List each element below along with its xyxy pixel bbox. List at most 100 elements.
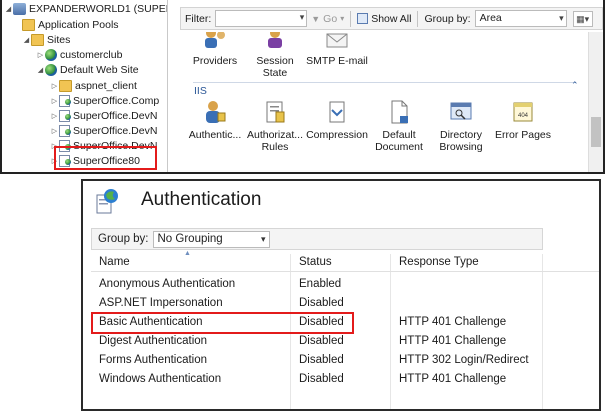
row-response-type: HTTP 401 Challenge bbox=[399, 335, 507, 347]
row-response-type: HTTP 401 Challenge bbox=[399, 316, 507, 328]
authentication-header: Authentication bbox=[83, 181, 599, 223]
features-toolbar: Filter: ▼ Go ▾ Show All Group by: Area ▦… bbox=[180, 7, 603, 30]
authentication-panel: Authentication Group by: No Grouping ▲ N… bbox=[81, 179, 601, 411]
collapse-group-icon[interactable]: ⌃ bbox=[571, 80, 579, 91]
tree-item-label: SuperOffice.Comp bbox=[73, 95, 160, 107]
expand-arrow-icon[interactable]: ▷ bbox=[50, 112, 59, 120]
collapse-arrow-icon[interactable]: ◢ bbox=[22, 36, 31, 44]
group-by-bar: Group by: No Grouping bbox=[91, 228, 543, 250]
view-mode-icon[interactable]: ▦▾ bbox=[572, 10, 593, 27]
row-response-type: HTTP 302 Login/Redirect bbox=[399, 354, 529, 366]
feature-label: Session State bbox=[256, 55, 294, 79]
tree-item-superoffice-comp[interactable]: ▷ SuperOffice.Comp bbox=[50, 94, 159, 108]
filter-label: Filter: bbox=[185, 12, 212, 25]
app-pool-icon bbox=[22, 19, 35, 31]
folder-icon bbox=[31, 34, 44, 46]
feature-label: Error Pages bbox=[494, 129, 552, 141]
toolbar-separator bbox=[350, 10, 352, 27]
collapse-arrow-icon[interactable]: ◢ bbox=[4, 5, 13, 13]
expand-arrow-icon[interactable]: ▷ bbox=[50, 97, 59, 105]
feature-label: Providers bbox=[192, 55, 238, 67]
row-name: ASP.NET Impersonation bbox=[99, 297, 223, 309]
features-scrollbar[interactable] bbox=[588, 32, 603, 172]
folder-icon bbox=[59, 80, 72, 92]
globe-icon bbox=[45, 64, 57, 76]
feature-smtp-email[interactable]: SMTP E-mail bbox=[306, 32, 368, 67]
tree-item-superoffice-devn-2[interactable]: ▷ SuperOffice.DevN bbox=[50, 124, 157, 138]
tree-item-label: SuperOffice.DevN bbox=[73, 110, 158, 122]
tree-item-label: EXPANDERWORLD1 (SUPERO bbox=[29, 3, 168, 15]
row-name: Anonymous Authentication bbox=[99, 278, 236, 290]
tree-item-label: customerclub bbox=[60, 49, 123, 61]
highlight-box-superoffice80 bbox=[54, 146, 157, 170]
row-response-type: HTTP 401 Challenge bbox=[399, 373, 507, 385]
column-header-status[interactable]: Status bbox=[299, 256, 332, 268]
tree-item-label: Default Web Site bbox=[60, 64, 139, 76]
session-state-icon bbox=[262, 32, 288, 52]
show-all-label: Show All bbox=[371, 12, 412, 25]
list-row[interactable]: Forms Authentication Disabled HTTP 302 L… bbox=[91, 352, 599, 371]
row-name: Forms Authentication bbox=[99, 354, 208, 366]
group-divider bbox=[193, 82, 573, 83]
collapse-arrow-icon[interactable]: ◢ bbox=[36, 66, 45, 74]
list-row[interactable]: Windows Authentication Disabled HTTP 401… bbox=[91, 371, 599, 390]
feature-compression[interactable]: Compression bbox=[306, 98, 368, 141]
tree-item-sites[interactable]: ◢ Sites bbox=[22, 33, 70, 47]
directory-browsing-icon bbox=[448, 98, 474, 126]
go-button-label: Go bbox=[323, 12, 338, 25]
group-by-select[interactable]: Area bbox=[474, 10, 567, 27]
feature-directory-browsing[interactable]: Directory Browsing bbox=[430, 98, 492, 153]
list-row[interactable]: Digest Authentication Disabled HTTP 401 … bbox=[91, 333, 599, 352]
tree-item-superoffice-devn-1[interactable]: ▷ SuperOffice.DevN bbox=[50, 109, 157, 123]
column-header-name[interactable]: Name bbox=[99, 256, 130, 268]
tree-item-label: Sites bbox=[47, 34, 71, 46]
toolbar-separator bbox=[417, 10, 419, 27]
server-icon bbox=[13, 3, 26, 15]
list-row[interactable]: Anonymous Authentication Enabled bbox=[91, 276, 599, 295]
feature-authentication[interactable]: Authentic... bbox=[184, 98, 246, 141]
tree-item-server[interactable]: ◢ EXPANDERWORLD1 (SUPERO bbox=[4, 2, 168, 16]
compression-icon bbox=[324, 98, 350, 126]
go-icon: ▼ bbox=[311, 13, 321, 24]
expand-arrow-icon[interactable]: ▷ bbox=[36, 51, 45, 59]
column-header-response-type[interactable]: Response Type bbox=[399, 256, 479, 268]
scrollbar-thumb[interactable] bbox=[591, 117, 601, 147]
authentication-page-icon bbox=[95, 187, 119, 214]
feature-authorization-rules[interactable]: Authorizat... Rules bbox=[244, 98, 306, 153]
feature-label: Directory Browsing bbox=[439, 129, 483, 153]
expand-arrow-icon[interactable]: ▷ bbox=[50, 82, 59, 90]
row-name: Windows Authentication bbox=[99, 373, 222, 385]
highlight-box-basic-authentication bbox=[91, 312, 354, 334]
sort-ascending-icon: ▲ bbox=[184, 250, 191, 257]
tree-item-application-pools[interactable]: Application Pools bbox=[22, 18, 119, 32]
globe-icon bbox=[45, 49, 57, 61]
row-status: Disabled bbox=[299, 297, 344, 309]
feature-default-document[interactable]: Default Document bbox=[368, 98, 430, 153]
tree-item-customerclub[interactable]: ▷ customerclub bbox=[36, 48, 122, 62]
list-header: ▲ Name Status Response Type bbox=[91, 250, 599, 272]
feature-label: Compression bbox=[306, 129, 368, 141]
row-status: Enabled bbox=[299, 278, 342, 290]
iis-manager-top-panel: ◢ EXPANDERWORLD1 (SUPERO Application Poo… bbox=[0, 0, 605, 174]
row-status: Disabled bbox=[299, 335, 344, 347]
authentication-icon bbox=[202, 98, 228, 126]
group-by-label: Group by: bbox=[424, 12, 471, 25]
expand-arrow-icon[interactable]: ▷ bbox=[50, 127, 59, 135]
show-all-icon bbox=[357, 13, 369, 24]
go-button[interactable]: ▼ Go ▾ bbox=[307, 9, 348, 28]
svg-text:404: 404 bbox=[518, 113, 529, 119]
group-title-iis: IIS bbox=[194, 85, 207, 97]
feature-session-state[interactable]: Session State bbox=[244, 32, 306, 79]
smtp-email-icon bbox=[324, 32, 350, 52]
feature-error-pages[interactable]: 404 Error Pages bbox=[492, 98, 554, 141]
group-by-select[interactable]: No Grouping bbox=[152, 230, 270, 248]
tree-item-aspnet-client[interactable]: ▷ aspnet_client bbox=[50, 79, 137, 93]
feature-providers[interactable]: Providers bbox=[184, 32, 246, 67]
feature-label: SMTP E-mail bbox=[306, 55, 368, 67]
filter-input[interactable] bbox=[215, 10, 308, 27]
web-app-icon bbox=[59, 95, 71, 107]
tree-item-default-web-site[interactable]: ◢ Default Web Site bbox=[36, 63, 139, 77]
page-title: Authentication bbox=[141, 189, 262, 210]
group-by-label: Group by: bbox=[98, 233, 149, 245]
show-all-button[interactable]: Show All bbox=[353, 9, 415, 28]
